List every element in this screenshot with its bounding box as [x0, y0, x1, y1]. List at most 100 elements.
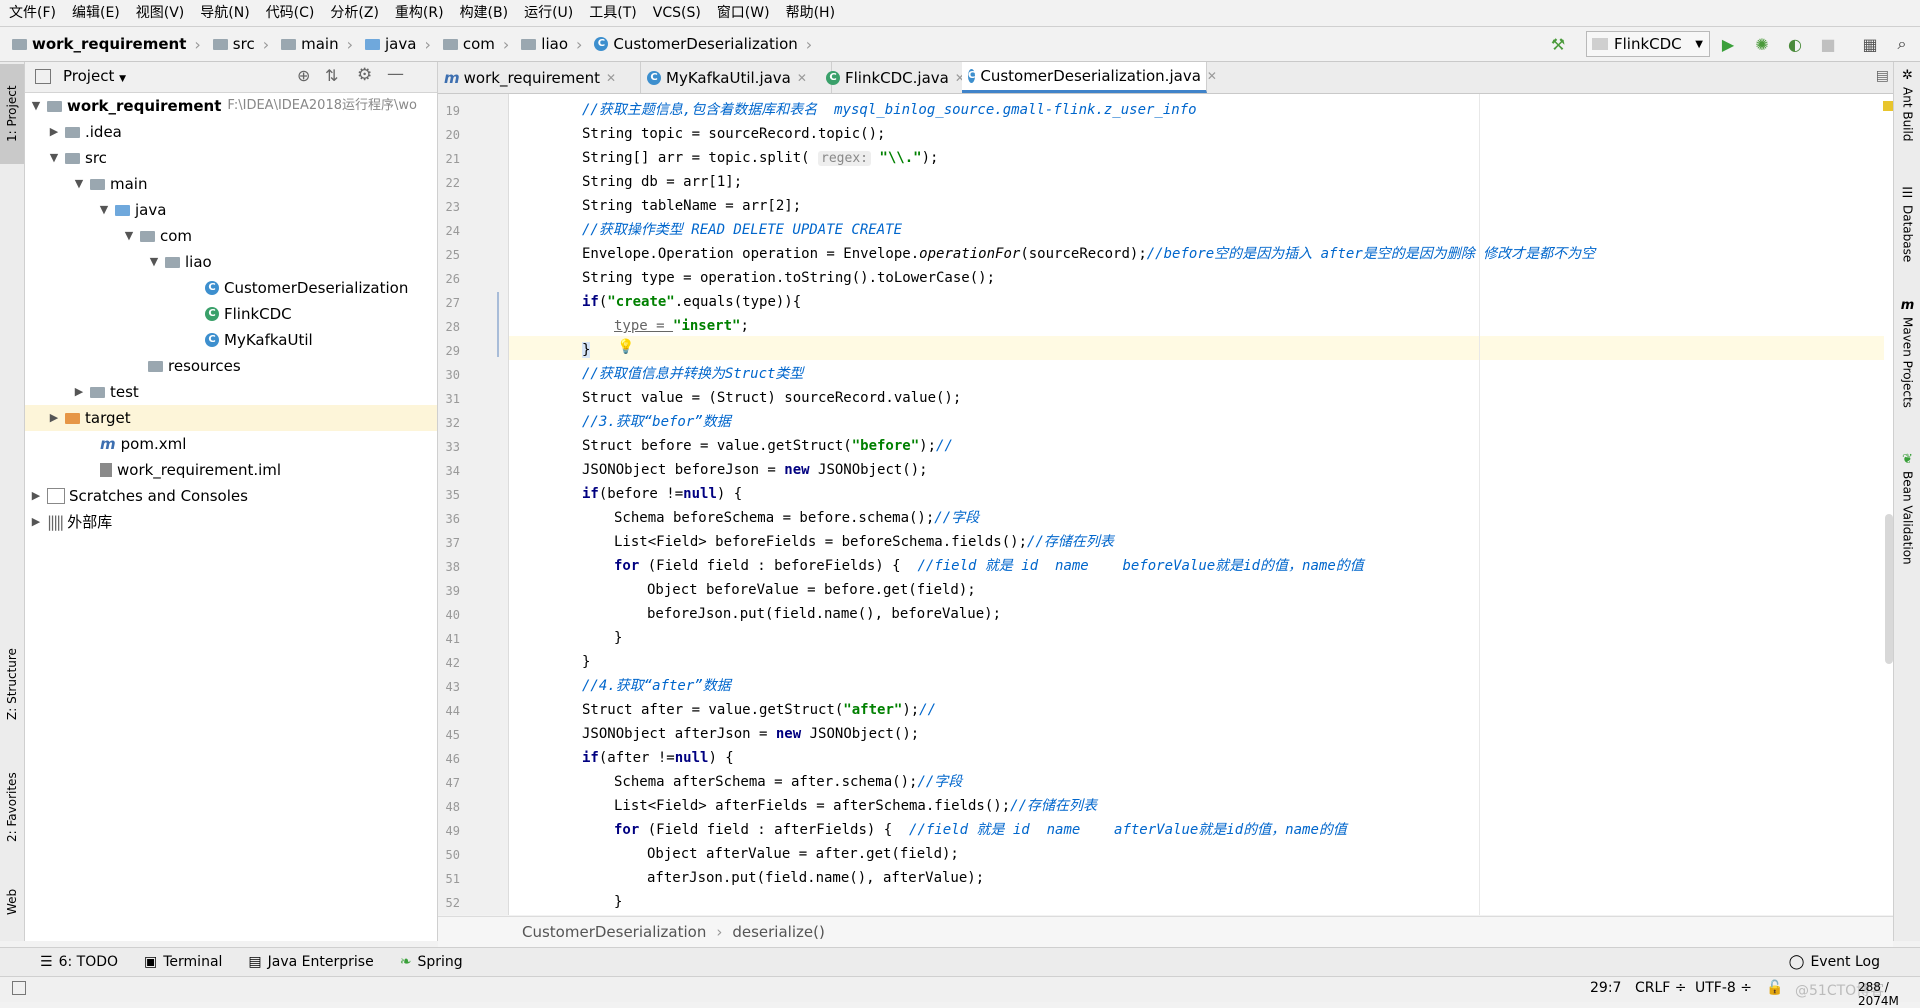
warning-marker[interactable]	[1883, 101, 1893, 111]
right-tool-strip: ✲ Ant Build ☰ Database m Maven Projects …	[1893, 62, 1920, 941]
menu-code[interactable]: 代码(C)	[257, 0, 322, 26]
crumb-com[interactable]: com ›	[442, 35, 513, 54]
tool-spring[interactable]: ❧ Spring	[400, 954, 463, 970]
runnable-class-icon: C	[826, 70, 840, 85]
tree-target[interactable]: ▶ target	[25, 405, 437, 431]
tab-customerdeserialization[interactable]: C CustomerDeserialization.java ✕	[962, 62, 1217, 93]
tool-java-enterprise[interactable]: ▤ Java Enterprise	[248, 954, 373, 970]
status-bar: 29:7 CRLF ÷ UTF-8 ÷ 🔓 @51CTO博客 288 / 207…	[0, 976, 1920, 1008]
run-config-select[interactable]: FlinkCDC ▼	[1586, 31, 1710, 57]
tree-external-libraries[interactable]: ▶ ||||| 外部库	[29, 509, 113, 535]
close-icon[interactable]: ✕	[1207, 69, 1217, 83]
tool-event-log[interactable]: ◯ Event Log	[1789, 954, 1880, 970]
class-icon: C	[205, 333, 219, 347]
menu-run[interactable]: 运行(U)	[515, 0, 580, 26]
menu-file[interactable]: 文件(F)	[0, 0, 63, 26]
caret-position[interactable]: 29:7	[1590, 980, 1621, 996]
crumb-src[interactable]: src ›	[212, 35, 273, 54]
tree-com[interactable]: ▼ com	[122, 223, 192, 249]
collapse-all-icon[interactable]: ⇅	[325, 66, 338, 85]
tab-flinkcdc[interactable]: C FlinkCDC.java ✕	[820, 62, 973, 93]
vertical-scrollbar[interactable]	[1885, 514, 1893, 664]
tab-favorites[interactable]: 2: Favorites	[0, 757, 24, 857]
tree-root[interactable]: ▼ work_requirement F:\IDEA\IDEA2018运行程序\…	[29, 93, 417, 119]
search-icon[interactable]: ⌕	[1889, 27, 1915, 61]
chevron-down-icon: ▼	[31, 99, 41, 112]
menu-refactor[interactable]: 重构(R)	[386, 0, 451, 26]
tab-maven-projects[interactable]: m Maven Projects	[1894, 298, 1920, 448]
crumb-liao[interactable]: liao ›	[521, 35, 586, 54]
code-line-28: type = "insert";	[614, 318, 749, 334]
coverage-icon[interactable]: ◐	[1782, 27, 1808, 61]
module-icon	[47, 100, 62, 112]
chevron-right-icon: ▶	[49, 411, 59, 424]
crumb-java[interactable]: java ›	[365, 35, 435, 54]
tab-bean-validation[interactable]: ❦ Bean Validation	[1894, 452, 1920, 582]
menu-analyze[interactable]: 分析(Z)	[321, 0, 386, 26]
folder-icon	[212, 38, 228, 50]
menu-help[interactable]: 帮助(H)	[777, 0, 842, 26]
breadcrumb-class[interactable]: CustomerDeserialization	[522, 923, 706, 941]
debug-icon[interactable]: ✺	[1749, 27, 1775, 61]
crumb-main[interactable]: main ›	[281, 35, 357, 54]
lightbulb-icon[interactable]: 💡	[617, 339, 634, 355]
tree-src[interactable]: ▼ src	[47, 145, 107, 171]
tree-pom[interactable]: m pom.xml	[82, 431, 186, 457]
tree-idea[interactable]: ▶ .idea	[47, 119, 122, 145]
tool-terminal[interactable]: ▣ Terminal	[144, 954, 222, 970]
tab-mykafkautil[interactable]: C MyKafkaUtil.java ✕	[641, 62, 832, 93]
menu-bar: 文件(F) 编辑(E) 视图(V) 导航(N) 代码(C) 分析(Z) 重构(R…	[0, 0, 1920, 27]
crumb-project[interactable]: work_requirement ›	[12, 35, 205, 54]
project-folder-icon	[12, 38, 27, 50]
menu-tools[interactable]: 工具(T)	[580, 0, 643, 26]
menu-edit[interactable]: 编辑(E)	[63, 0, 127, 26]
code-editor[interactable]: //获取主题信息,包含着数据库和表名 mysql_binlog_source.g…	[509, 94, 1893, 915]
lock-icon[interactable]: 🔓	[1766, 980, 1783, 996]
hide-icon[interactable]: —	[387, 64, 404, 84]
code-line-50: Object afterValue = after.get(field);	[647, 846, 959, 862]
tool-todo[interactable]: ☰ 6: TODO	[40, 954, 118, 970]
tab-web[interactable]: Web	[0, 872, 24, 932]
project-view-selector[interactable]: Project ▼	[63, 67, 126, 85]
close-icon[interactable]: ✕	[606, 71, 616, 85]
stop-icon[interactable]: ■	[1815, 27, 1841, 61]
memory-indicator[interactable]: 288 / 2074M	[1858, 980, 1920, 1008]
tree-iml[interactable]: work_requirement.iml	[82, 457, 281, 483]
file-encoding[interactable]: UTF-8 ÷	[1695, 980, 1752, 996]
source-folder-icon	[365, 38, 380, 50]
tab-work-requirement[interactable]: m work_requirement ✕	[438, 62, 641, 93]
tab-ant-build[interactable]: ✲ Ant Build	[1894, 68, 1920, 168]
tab-structure[interactable]: Z: Structure	[0, 634, 24, 734]
breadcrumb-method[interactable]: deserialize()	[732, 923, 824, 941]
build-hammer-icon[interactable]: ⚒	[1545, 27, 1571, 61]
line-separator[interactable]: CRLF ÷	[1635, 980, 1687, 996]
menu-vcs[interactable]: VCS(S)	[644, 0, 708, 26]
tree-liao[interactable]: ▼ liao	[147, 249, 212, 275]
code-line-29: }	[582, 342, 591, 358]
tabs-menu-icon[interactable]: ▤	[1876, 68, 1889, 84]
menu-build[interactable]: 构建(B)	[451, 0, 516, 26]
menu-view[interactable]: 视图(V)	[127, 0, 192, 26]
project-structure-icon[interactable]: ▦	[1857, 27, 1883, 61]
class-icon: C	[594, 37, 609, 51]
tab-database[interactable]: ☰ Database	[1894, 186, 1920, 316]
tree-test[interactable]: ▶ test	[72, 379, 139, 405]
tab-project[interactable]: 1: Project	[0, 64, 24, 164]
crumb-class[interactable]: C CustomerDeserialization ›	[594, 35, 816, 54]
run-icon[interactable]: ▶	[1715, 27, 1741, 61]
tree-class-flinkcdc[interactable]: C FlinkCDC	[205, 301, 292, 327]
tree-scratches[interactable]: ▶ Scratches and Consoles	[29, 483, 248, 509]
menu-window[interactable]: 窗口(W)	[708, 0, 777, 26]
excluded-folder-icon	[65, 412, 80, 424]
tool-windows-icon[interactable]	[12, 981, 26, 995]
tree-resources[interactable]: resources	[130, 353, 241, 379]
tree-class-mykafkautil[interactable]: C MyKafkaUtil	[205, 327, 313, 353]
tree-class-customerdeserialization[interactable]: C CustomerDeserialization	[205, 275, 408, 301]
gear-icon[interactable]: ⚙	[357, 65, 372, 85]
locate-icon[interactable]: ⊕	[297, 66, 310, 85]
tree-java[interactable]: ▼ java	[97, 197, 167, 223]
close-icon[interactable]: ✕	[797, 71, 807, 85]
project-panel: Project ▼ ⊕ ⇅ ⚙ — ▼ work_requirement F:\…	[25, 62, 438, 941]
tree-main[interactable]: ▼ main	[72, 171, 148, 197]
menu-navigate[interactable]: 导航(N)	[191, 0, 256, 26]
